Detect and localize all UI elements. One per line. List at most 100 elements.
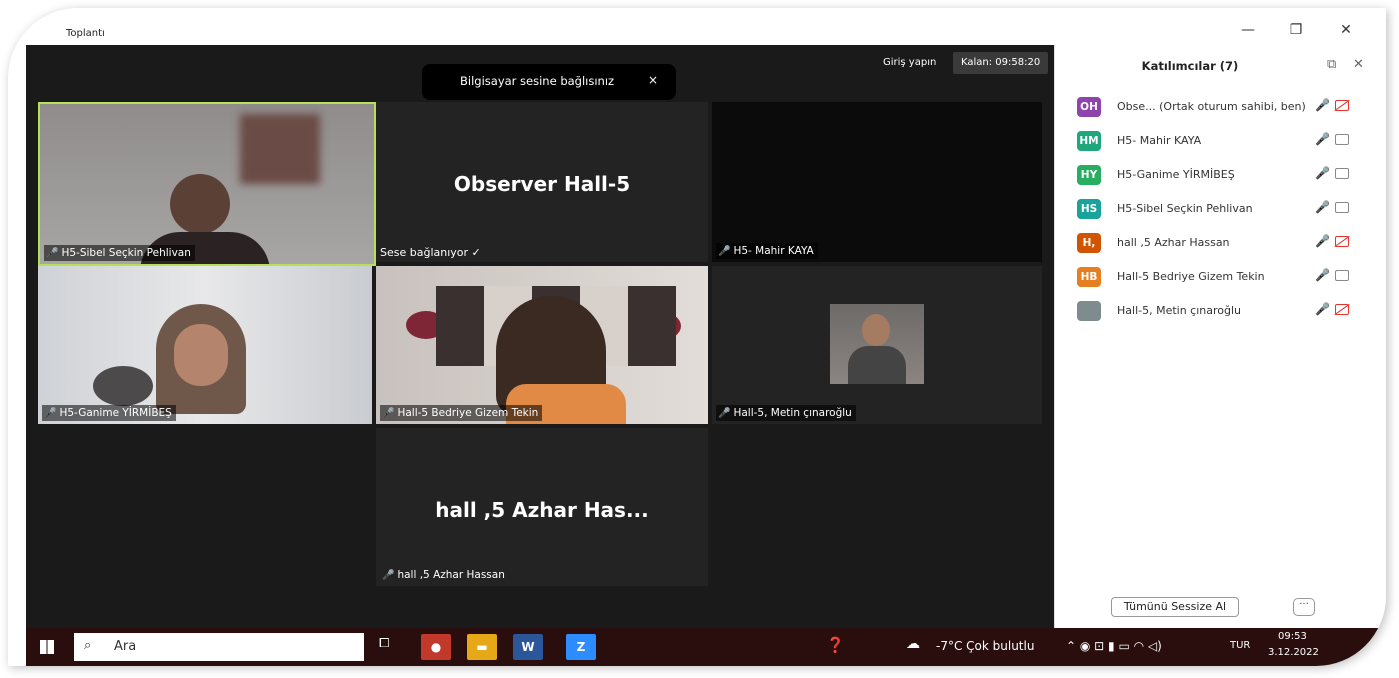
connecting-status: Sese bağlanıyor ✓: [380, 246, 481, 259]
meeting-area: Giriş yapın Kalan: 09:58:20 Bilgisayar s…: [26, 45, 1054, 628]
tile-caption: 🎤 hall ,5 Azhar Hassan: [380, 567, 509, 583]
participant-name: Obse... (Ortak oturum sahibi, ben): [1117, 100, 1306, 113]
task-view-icon[interactable]: ⧠: [379, 636, 389, 651]
mic-muted-icon: 🎤: [44, 408, 57, 419]
video-tile-metin[interactable]: 🎤 Hall-5, Metin çınaroğlu: [712, 266, 1042, 424]
tile-big-name: hall ,5 Azhar Has...: [435, 498, 649, 522]
participant-row[interactable]: HS H5-Sibel Seçkin Pehlivan 🎤: [1077, 199, 1377, 223]
participant-row[interactable]: H, hall ,5 Azhar Hassan 🎤: [1077, 233, 1377, 257]
camera-off-icon[interactable]: [1335, 236, 1349, 247]
camera-off-icon[interactable]: [1335, 100, 1349, 111]
window-title: Toplantı: [66, 28, 105, 39]
video-tile-mahir[interactable]: 🎤 H5- Mahir KAYA: [712, 102, 1042, 262]
participant-avatar: [1077, 301, 1101, 321]
participant-name: H5-Sibel Seçkin Pehlivan: [1117, 202, 1253, 215]
search-icon: ⌕: [84, 638, 92, 653]
participant-avatar: HS: [1077, 199, 1101, 219]
mic-muted-icon: 🎤: [718, 246, 731, 257]
mic-muted-icon[interactable]: 🎤: [1315, 234, 1330, 248]
tile-name: hall ,5 Azhar Hassan: [397, 569, 505, 581]
mic-muted-icon: 🎤: [382, 408, 395, 419]
tile-name: Hall-5 Bedriye Gizem Tekin: [397, 407, 539, 419]
more-options-button[interactable]: ···: [1293, 598, 1315, 616]
participant-avatar: HB: [1077, 267, 1101, 287]
tile-name: H5- Mahir KAYA: [733, 245, 814, 257]
participant-row[interactable]: Hall-5, Metin çınaroğlu 🎤: [1077, 301, 1377, 325]
cat-shape: [93, 366, 153, 406]
language-indicator[interactable]: TUR: [1230, 640, 1250, 651]
help-icon[interactable]: ❓: [826, 636, 845, 654]
person-face: [174, 324, 228, 386]
tile-caption: 🎤 H5-Sibel Seçkin Pehlivan: [44, 245, 195, 261]
audio-toast: Bilgisayar sesine bağlısınız ×: [422, 64, 676, 100]
video-tile-ganime[interactable]: 🎤 H5-Ganime YİRMİBEŞ: [38, 266, 372, 424]
person-head: [170, 174, 230, 234]
mic-muted-icon[interactable]: 🎤: [1315, 268, 1330, 282]
app-frame: Toplantı — ❐ ✕ Giriş yapın Kalan: 09:58:…: [8, 8, 1386, 666]
participant-row[interactable]: HY H5-Ganime YİRMİBEŞ 🎤: [1077, 165, 1377, 189]
toast-close-button[interactable]: ×: [648, 73, 658, 87]
title-bar: Toplantı — ❐ ✕: [8, 8, 1386, 45]
tile-caption: 🎤 H5-Ganime YİRMİBEŞ: [42, 405, 176, 421]
camera-icon[interactable]: [1335, 134, 1349, 145]
restore-button[interactable]: ❐: [1286, 22, 1306, 38]
participant-avatar: HM: [1077, 131, 1101, 151]
mic-muted-icon[interactable]: 🎤: [1315, 166, 1330, 180]
file-explorer-icon[interactable]: ▬: [467, 634, 497, 660]
camera-icon[interactable]: [1335, 202, 1349, 213]
mic-muted-icon: 🎤: [46, 248, 59, 259]
taskbar-search-box[interactable]: ⌕ Ara: [74, 633, 364, 661]
weather-cloud-icon: ☁: [906, 636, 920, 652]
toast-message: Bilgisayar sesine bağlısınız: [460, 74, 615, 88]
video-tile-observer[interactable]: Observer Hall-5 Sese bağlanıyor ✓: [376, 102, 708, 262]
participant-avatar: HY: [1077, 165, 1101, 185]
chrome-icon[interactable]: ●: [421, 634, 451, 660]
photo-face: [862, 314, 890, 346]
time-remaining: Kalan: 09:58:20: [953, 52, 1049, 74]
camera-icon[interactable]: [1335, 270, 1349, 281]
tile-name: H5-Sibel Seçkin Pehlivan: [61, 247, 191, 259]
mute-all-button[interactable]: Tümünü Sessize Al: [1111, 597, 1239, 617]
weather-text[interactable]: -7°C Çok bulutlu: [936, 639, 1034, 653]
tile-caption: 🎤 Hall-5 Bedriye Gizem Tekin: [380, 405, 543, 421]
mic-muted-icon[interactable]: 🎤: [1315, 132, 1330, 146]
video-tile-bedriye[interactable]: 🎤 Hall-5 Bedriye Gizem Tekin: [376, 266, 708, 424]
participant-avatar: H,: [1077, 233, 1101, 253]
popout-icon[interactable]: ⧉: [1327, 57, 1336, 72]
camera-icon[interactable]: [1335, 168, 1349, 179]
minimize-button[interactable]: —: [1238, 22, 1258, 38]
mic-muted-icon[interactable]: 🎤: [1315, 98, 1330, 112]
mic-muted-icon[interactable]: 🎤: [1315, 200, 1330, 214]
camera-off-icon[interactable]: [1335, 304, 1349, 315]
word-icon[interactable]: W: [513, 634, 543, 660]
tile-name: Hall-5, Metin çınaroğlu: [733, 407, 852, 419]
tile-caption: 🎤 Hall-5, Metin çınaroğlu: [716, 405, 856, 421]
mic-muted-icon[interactable]: 🎤: [1315, 302, 1330, 316]
tile-caption: 🎤 H5- Mahir KAYA: [716, 243, 818, 259]
clock-date[interactable]: 3.12.2022: [1268, 647, 1319, 658]
participant-name: Hall-5, Metin çınaroğlu: [1117, 304, 1242, 317]
taskbar: ⌕ Ara ⧠ ● ▬ W Z ❓ ☁ -7°C Çok bulutlu ⌃ ◉…: [26, 628, 1386, 666]
mic-muted-icon: 🎤: [718, 408, 731, 419]
signin-button[interactable]: Giriş yapın: [875, 52, 944, 74]
participant-row[interactable]: HB Hall-5 Bedriye Gizem Tekin 🎤: [1077, 267, 1377, 291]
participant-name: H5-Ganime YİRMİBEŞ: [1117, 168, 1235, 181]
clock-time[interactable]: 09:53: [1278, 631, 1307, 642]
tile-big-name: Observer Hall-5: [453, 172, 631, 196]
video-tile-azhar[interactable]: hall ,5 Azhar Has... 🎤 hall ,5 Azhar Hass…: [376, 428, 708, 586]
system-tray-icons[interactable]: ⌃ ◉ ⊡ ▮ ▭ ◠ ◁): [1066, 639, 1162, 653]
photo-body: [848, 346, 906, 384]
close-button[interactable]: ✕: [1336, 22, 1356, 38]
participants-title: Katılımcılar (7): [1141, 59, 1239, 73]
participant-row[interactable]: HM H5- Mahir KAYA 🎤: [1077, 131, 1377, 155]
windows-start-icon[interactable]: [40, 640, 54, 654]
participants-panel: Katılımcılar (7) ⧉ ✕ OH Obse... (Ortak ot…: [1054, 45, 1386, 628]
video-tile-sibel[interactable]: 🎤 H5-Sibel Seçkin Pehlivan: [38, 102, 376, 266]
search-placeholder: Ara: [114, 639, 137, 654]
participant-name: H5- Mahir KAYA: [1117, 134, 1202, 147]
participant-row[interactable]: OH Obse... (Ortak oturum sahibi, ben) 🎤: [1077, 97, 1377, 121]
participant-name: hall ,5 Azhar Hassan: [1117, 236, 1230, 249]
zoom-icon[interactable]: Z: [566, 634, 596, 660]
participant-name: Hall-5 Bedriye Gizem Tekin: [1117, 270, 1265, 283]
close-panel-icon[interactable]: ✕: [1353, 57, 1364, 72]
